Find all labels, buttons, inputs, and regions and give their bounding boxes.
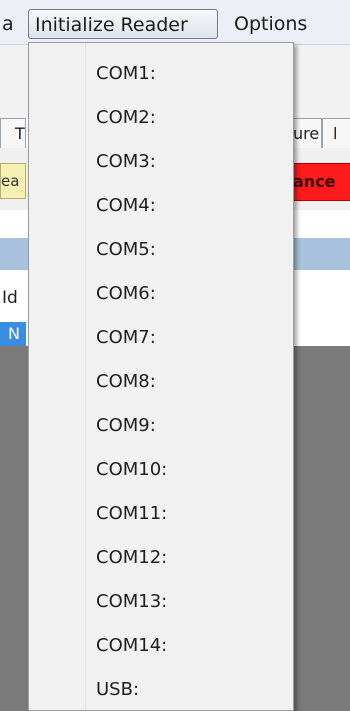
menu-item-com9[interactable]: COM9: (29, 408, 291, 444)
column-label: Id (2, 288, 18, 308)
menu-item-partial[interactable]: a (0, 9, 16, 39)
menu-item-usb[interactable]: USB: (29, 672, 291, 708)
tab-right[interactable]: ure (290, 118, 322, 148)
menu-item-com12[interactable]: COM12: (29, 540, 291, 576)
read-button[interactable]: ea (0, 163, 26, 199)
menu-item-com4[interactable]: COM4: (29, 188, 291, 224)
menu-item-com6[interactable]: COM6: (29, 276, 291, 312)
menu-item-com13[interactable]: COM13: (29, 584, 291, 620)
tab-left[interactable]: T (0, 118, 26, 148)
selected-cell[interactable]: N (0, 322, 26, 346)
menu-options[interactable]: Options (228, 9, 338, 39)
menu-item-com8[interactable]: COM8: (29, 364, 291, 400)
initialize-reader-dropdown: COM1: COM2: COM3: COM4: COM5: COM6: COM7… (28, 42, 294, 711)
menu-item-com14[interactable]: COM14: (29, 628, 291, 664)
menu-item-com10[interactable]: COM10: (29, 452, 291, 488)
menu-initialize-reader[interactable]: Initialize Reader (28, 9, 218, 39)
menu-item-com2[interactable]: COM2: (29, 100, 291, 136)
menu-item-com7[interactable]: COM7: (29, 320, 291, 356)
cancel-button[interactable]: ance (290, 163, 350, 201)
menu-item-com5[interactable]: COM5: (29, 232, 291, 268)
menu-item-com1[interactable]: COM1: (29, 56, 291, 92)
menu-item-com11[interactable]: COM11: (29, 496, 291, 532)
menu-item-com3[interactable]: COM3: (29, 144, 291, 180)
menu-bar: a Initialize Reader Options (0, 0, 350, 45)
tab-far-right[interactable]: l (322, 118, 350, 148)
